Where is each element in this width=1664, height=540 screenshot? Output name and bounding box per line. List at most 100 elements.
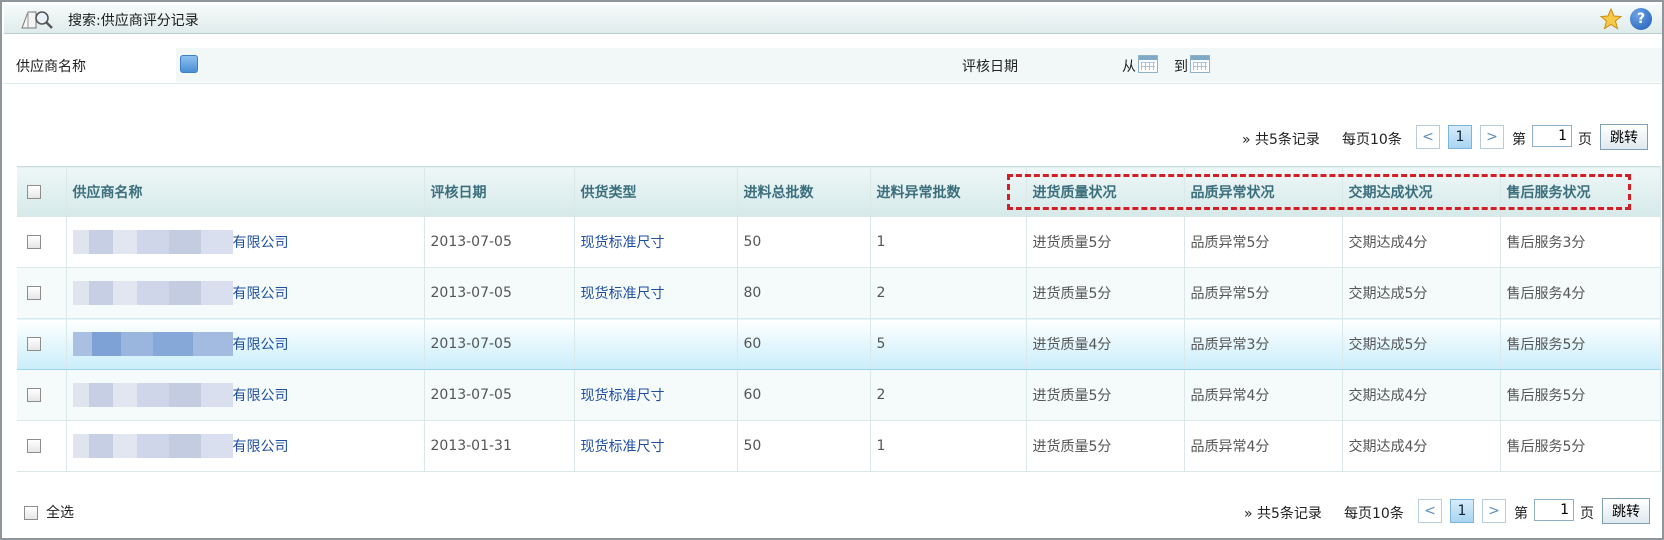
row-checkbox[interactable] bbox=[27, 235, 41, 249]
abnormal-batches-cell: 5 bbox=[870, 318, 1027, 370]
row-checkbox[interactable] bbox=[27, 388, 41, 402]
abnormal-batches-cell: 2 bbox=[870, 267, 1027, 319]
delivery-cell: 交期达成5分 bbox=[1342, 318, 1501, 370]
redacted-company-name bbox=[72, 434, 233, 458]
column-supplier-name[interactable]: 供应商名称 bbox=[66, 166, 425, 217]
abnormal-batches-cell: 2 bbox=[870, 369, 1027, 421]
redacted-company-name bbox=[72, 281, 233, 305]
pager-page-input[interactable] bbox=[1532, 125, 1572, 147]
quality-abnormal-cell: 品质异常5分 bbox=[1184, 216, 1343, 268]
page-title: 搜索:供应商评分记录 bbox=[68, 13, 199, 29]
review-date-cell: 2013-01-31 bbox=[424, 420, 575, 472]
supply-type-cell[interactable]: 现货标准尺寸 bbox=[574, 420, 738, 472]
column-review-date[interactable]: 评核日期 bbox=[424, 166, 575, 217]
redacted-company-name bbox=[72, 383, 233, 407]
date-to-label: 到 bbox=[1174, 59, 1188, 75]
table-row[interactable]: 有限公司 2013-07-05 现货标准尺寸 50 1 进货质量5分 品质异常5… bbox=[17, 216, 1661, 268]
pager-page-input[interactable] bbox=[1534, 499, 1574, 521]
total-batches-cell: 80 bbox=[737, 267, 871, 319]
pager-total: » 共5条记录 bbox=[1244, 506, 1322, 522]
pager-per-page: 每页10条 bbox=[1342, 132, 1402, 148]
pager-page-suffix: 页 bbox=[1578, 132, 1592, 148]
delivery-cell: 交期达成4分 bbox=[1342, 420, 1501, 472]
pager-current-page[interactable]: 1 bbox=[1450, 499, 1474, 523]
date-filter-area bbox=[824, 48, 1662, 82]
calendar-from-icon[interactable] bbox=[1138, 55, 1158, 73]
table-row[interactable]: 有限公司 2013-01-31 现货标准尺寸 50 1 进货质量5分 品质异常4… bbox=[17, 420, 1661, 472]
after-sales-cell: 售后服务5分 bbox=[1500, 420, 1661, 472]
row-checkbox[interactable] bbox=[27, 439, 41, 453]
app-window: 搜索:供应商评分记录 ? 供应商名称 评核日期 从 到 » 共5条记录 每页10… bbox=[0, 0, 1664, 540]
column-supply-type[interactable]: 供货类型 bbox=[574, 166, 738, 217]
company-name-link[interactable]: 有限公司 bbox=[233, 439, 289, 455]
row-checkbox[interactable] bbox=[27, 337, 41, 351]
after-sales-cell: 售后服务5分 bbox=[1500, 318, 1661, 370]
supply-type-cell[interactable]: 现货标准尺寸 bbox=[574, 216, 738, 268]
total-batches-cell: 50 bbox=[737, 420, 871, 472]
pager-jump-button[interactable]: 跳转 bbox=[1602, 498, 1650, 524]
pager-current-page[interactable]: 1 bbox=[1448, 125, 1472, 149]
after-sales-cell: 售后服务5分 bbox=[1500, 369, 1661, 421]
table-row[interactable]: 有限公司 2013-07-05 现货标准尺寸 80 2 进货质量5分 品质异常5… bbox=[17, 267, 1661, 319]
supply-type-cell[interactable] bbox=[574, 318, 738, 370]
quality-abnormal-cell: 品质异常4分 bbox=[1184, 420, 1343, 472]
review-date-label: 评核日期 bbox=[962, 59, 1018, 75]
pager-total: » 共5条记录 bbox=[1242, 132, 1320, 148]
supplier-name-input[interactable] bbox=[176, 48, 824, 82]
pager-next-button[interactable]: > bbox=[1482, 499, 1506, 523]
after-sales-cell: 售后服务4分 bbox=[1500, 267, 1661, 319]
select-all-label: 全选 bbox=[46, 505, 74, 521]
company-name-link[interactable]: 有限公司 bbox=[233, 235, 289, 251]
date-from-label: 从 bbox=[1122, 59, 1136, 75]
header-checkbox-cell[interactable] bbox=[17, 166, 67, 217]
delivery-cell: 交期达成4分 bbox=[1342, 216, 1501, 268]
table-header-row: 供应商名称 评核日期 供货类型 进料总批数 进料异常批数 进货质量状况 品质异常… bbox=[17, 166, 1661, 217]
pager-next-button[interactable]: > bbox=[1480, 125, 1504, 149]
calendar-to-icon[interactable] bbox=[1190, 55, 1210, 73]
select-all-control[interactable]: 全选 bbox=[24, 502, 74, 522]
review-date-cell: 2013-07-05 bbox=[424, 267, 575, 319]
select-all-header-checkbox[interactable] bbox=[27, 184, 41, 199]
company-name-link[interactable]: 有限公司 bbox=[233, 337, 289, 353]
abnormal-batches-cell: 1 bbox=[870, 420, 1027, 472]
quality-abnormal-cell: 品质异常4分 bbox=[1184, 369, 1343, 421]
search-doc-icon bbox=[21, 11, 53, 29]
supply-type-cell[interactable]: 现货标准尺寸 bbox=[574, 369, 738, 421]
total-batches-cell: 50 bbox=[737, 216, 871, 268]
pager-jump-button[interactable]: 跳转 bbox=[1600, 124, 1648, 150]
incoming-quality-cell: 进货质量5分 bbox=[1026, 267, 1185, 319]
quality-abnormal-cell: 品质异常3分 bbox=[1184, 318, 1343, 370]
supplier-name-label: 供应商名称 bbox=[16, 59, 86, 75]
pager-per-page: 每页10条 bbox=[1344, 506, 1404, 522]
abnormal-batches-cell: 1 bbox=[870, 216, 1027, 268]
column-after-sales[interactable]: 售后服务状况 bbox=[1500, 166, 1661, 217]
column-total-batches[interactable]: 进料总批数 bbox=[737, 166, 871, 217]
search-icon[interactable] bbox=[180, 55, 198, 73]
redacted-company-name bbox=[72, 332, 233, 356]
incoming-quality-cell: 进货质量5分 bbox=[1026, 369, 1185, 421]
star-icon[interactable] bbox=[1600, 8, 1622, 30]
table-row-selected[interactable]: 有限公司 2013-07-05 60 5 进货质量4分 品质异常3分 交期达成5… bbox=[17, 318, 1661, 370]
row-checkbox[interactable] bbox=[27, 286, 41, 300]
pager-prev-button[interactable]: < bbox=[1416, 125, 1440, 149]
search-bar: 供应商名称 评核日期 从 到 bbox=[4, 46, 1662, 84]
column-quality-abnormal[interactable]: 品质异常状况 bbox=[1184, 166, 1343, 217]
column-delivery[interactable]: 交期达成状况 bbox=[1342, 166, 1501, 217]
pager-bottom: » 共5条记录 每页10条 < 1 > 第 页 跳转 bbox=[1244, 498, 1664, 524]
help-icon[interactable]: ? bbox=[1630, 8, 1652, 30]
pager-page-prefix: 第 bbox=[1512, 132, 1526, 148]
company-name-link[interactable]: 有限公司 bbox=[233, 388, 289, 404]
table-row[interactable]: 有限公司 2013-07-05 现货标准尺寸 60 2 进货质量5分 品质异常4… bbox=[17, 369, 1661, 421]
review-date-cell: 2013-07-05 bbox=[424, 369, 575, 421]
company-name-link[interactable]: 有限公司 bbox=[233, 286, 289, 302]
incoming-quality-cell: 进货质量5分 bbox=[1026, 420, 1185, 472]
column-abnormal-batches[interactable]: 进料异常批数 bbox=[870, 166, 1027, 217]
pager-prev-button[interactable]: < bbox=[1418, 499, 1442, 523]
column-incoming-quality[interactable]: 进货质量状况 bbox=[1026, 166, 1185, 217]
total-batches-cell: 60 bbox=[737, 318, 871, 370]
supply-type-cell[interactable]: 现货标准尺寸 bbox=[574, 267, 738, 319]
quality-abnormal-cell: 品质异常5分 bbox=[1184, 267, 1343, 319]
pager-top: » 共5条记录 每页10条 < 1 > 第 页 跳转 bbox=[1242, 124, 1662, 150]
select-all-checkbox[interactable] bbox=[24, 506, 38, 520]
incoming-quality-cell: 进货质量5分 bbox=[1026, 216, 1185, 268]
